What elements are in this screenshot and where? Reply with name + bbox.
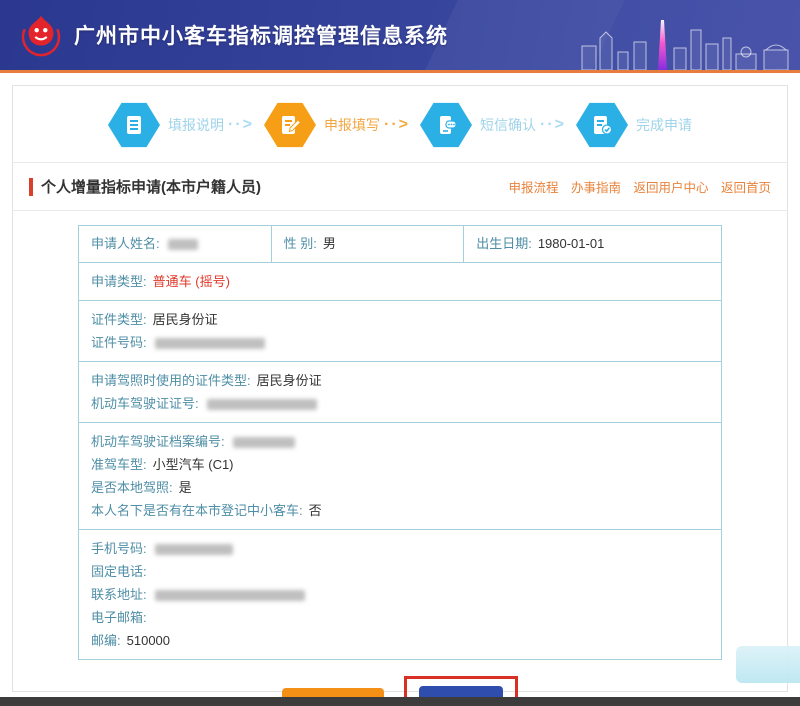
floating-widget[interactable]: [736, 646, 800, 683]
field-label: 机动车驾驶证证号:: [91, 396, 199, 411]
field-label: 申请驾照时使用的证件类型:: [91, 373, 251, 388]
field-label: 是否本地驾照:: [91, 480, 173, 495]
step-label: 短信确认: [480, 115, 536, 135]
field-value: 居民身份证: [257, 373, 322, 388]
step-arrow: ··>: [228, 116, 254, 134]
field-label: 证件类型:: [91, 312, 147, 327]
field-value-highlight: 普通车 (摇号): [153, 274, 230, 289]
field-label: 准驾车型:: [91, 457, 147, 472]
field-label: 证件号码:: [91, 335, 147, 350]
field-vehicle-class: 准驾车型: 小型汽车 (C1): [91, 453, 709, 476]
field-label: 电子邮箱:: [91, 610, 147, 625]
info-table: 申请人姓名: 性 别: 男 出生日期: 1980-01-01 申请类型: 普通车 (摇…: [78, 225, 722, 660]
field-applicant-name: 申请人姓名:: [79, 226, 272, 262]
field-license-file-number: 机动车驾驶证档案编号:: [91, 430, 709, 453]
step-label: 填报说明: [168, 115, 224, 135]
app-title: 广州市中小客车指标调控管理信息系统: [74, 20, 448, 50]
screen: 广州市中小客车指标调控管理信息系统: [0, 0, 800, 706]
masked-value: [155, 544, 233, 555]
footer-bar: [0, 697, 800, 706]
field-value: 是: [179, 480, 192, 495]
masked-value: [155, 338, 265, 349]
field-contact-address: 联系地址:: [91, 583, 709, 606]
content-card: 填报说明 ··> 申报填写 ··>: [12, 85, 788, 692]
field-label: 申请类型:: [91, 274, 147, 289]
field-owns-registered-car: 本人名下是否有在本市登记中小客车: 否: [91, 499, 709, 522]
step-arrow: ··>: [384, 116, 410, 134]
field-email: 电子邮箱:: [91, 606, 709, 629]
field-value: 居民身份证: [153, 312, 218, 327]
field-label: 本人名下是否有在本市登记中小客车:: [91, 503, 303, 518]
field-id-type: 证件类型: 居民身份证: [91, 308, 709, 331]
table-row-contact: 手机号码: 固定电话: 联系地址: 电子邮箱: 邮编: 510000: [79, 529, 721, 659]
field-label: 固定电话:: [91, 564, 147, 579]
table-row-license-details: 机动车驾驶证档案编号: 准驾车型: 小型汽车 (C1) 是否本地驾照: 是 本人名下…: [79, 422, 721, 529]
field-value: 否: [309, 503, 322, 518]
field-value: 男: [323, 236, 336, 251]
city-skyline-graphic: [544, 8, 794, 70]
step-item-sms-confirm: 短信确认: [420, 102, 536, 148]
title-accent-bar: [29, 178, 33, 196]
field-label: 邮编:: [91, 633, 121, 648]
link-service-guide[interactable]: 办事指南: [571, 181, 621, 195]
field-label: 出生日期:: [476, 236, 532, 251]
step-arrow: ··>: [540, 116, 566, 134]
table-row-application-type: 申请类型: 普通车 (摇号): [79, 262, 721, 300]
field-postal-code: 邮编: 510000: [91, 629, 709, 652]
field-value: 510000: [127, 633, 170, 648]
field-application-type: 申请类型: 普通车 (摇号): [91, 270, 709, 293]
field-license-id-type: 申请驾照时使用的证件类型: 居民身份证: [91, 369, 709, 392]
sms-phone-icon: [434, 113, 458, 137]
field-landline: 固定电话:: [91, 560, 709, 583]
step-item-complete: 完成申请: [576, 102, 692, 148]
table-row-identity: 申请人姓名: 性 别: 男 出生日期: 1980-01-01: [79, 226, 721, 262]
masked-value: [155, 590, 305, 601]
link-return-user-center[interactable]: 返回用户中心: [633, 181, 708, 195]
edit-document-icon: [278, 113, 302, 137]
document-icon: [122, 113, 146, 137]
field-label: 申请人姓名:: [91, 236, 160, 251]
link-application-process[interactable]: 申报流程: [508, 181, 558, 195]
complete-checklist-icon: [590, 113, 614, 137]
link-return-home[interactable]: 返回首页: [721, 181, 771, 195]
field-value: 1980-01-01: [538, 236, 605, 251]
table-row-id-document: 证件类型: 居民身份证 证件号码:: [79, 300, 721, 361]
page-title: 个人增量指标申请(本市户籍人员): [41, 176, 261, 197]
title-row: 个人增量指标申请(本市户籍人员) 申报流程 办事指南 返回用户中心 返回首页: [13, 163, 787, 210]
field-id-number: 证件号码:: [91, 331, 709, 354]
step-item-instructions: 填报说明: [108, 102, 224, 148]
table-row-license-document: 申请驾照时使用的证件类型: 居民身份证 机动车驾驶证证号:: [79, 361, 721, 422]
masked-value: [168, 239, 198, 250]
step-label: 完成申请: [636, 115, 692, 135]
field-license-number: 机动车驾驶证证号:: [91, 392, 709, 415]
field-gender: 性 别: 男: [272, 226, 465, 262]
step-item-fill-application: 申报填写: [264, 102, 380, 148]
field-local-license: 是否本地驾照: 是: [91, 476, 709, 499]
app-header: 广州市中小客车指标调控管理信息系统: [0, 0, 800, 73]
nav-links: 申报流程 办事指南 返回用户中心 返回首页: [499, 177, 771, 196]
masked-value: [207, 399, 317, 410]
step-hexagon: [108, 102, 160, 148]
steps-bar: 填报说明 ··> 申报填写 ··>: [13, 86, 787, 162]
step-hexagon: [264, 102, 316, 148]
field-mobile-number: 手机号码:: [91, 537, 709, 560]
step-label: 申报填写: [324, 115, 380, 135]
kapok-emblem-icon: [18, 12, 64, 58]
field-label: 手机号码:: [91, 541, 147, 556]
masked-value: [233, 437, 295, 448]
field-label: 机动车驾驶证档案编号:: [91, 434, 225, 449]
field-value: 小型汽车 (C1): [153, 457, 234, 472]
field-label: 联系地址:: [91, 587, 147, 602]
divider: [13, 210, 787, 211]
field-label: 性 别:: [284, 236, 317, 251]
field-birth-date: 出生日期: 1980-01-01: [464, 226, 721, 262]
step-hexagon: [420, 102, 472, 148]
step-hexagon: [576, 102, 628, 148]
